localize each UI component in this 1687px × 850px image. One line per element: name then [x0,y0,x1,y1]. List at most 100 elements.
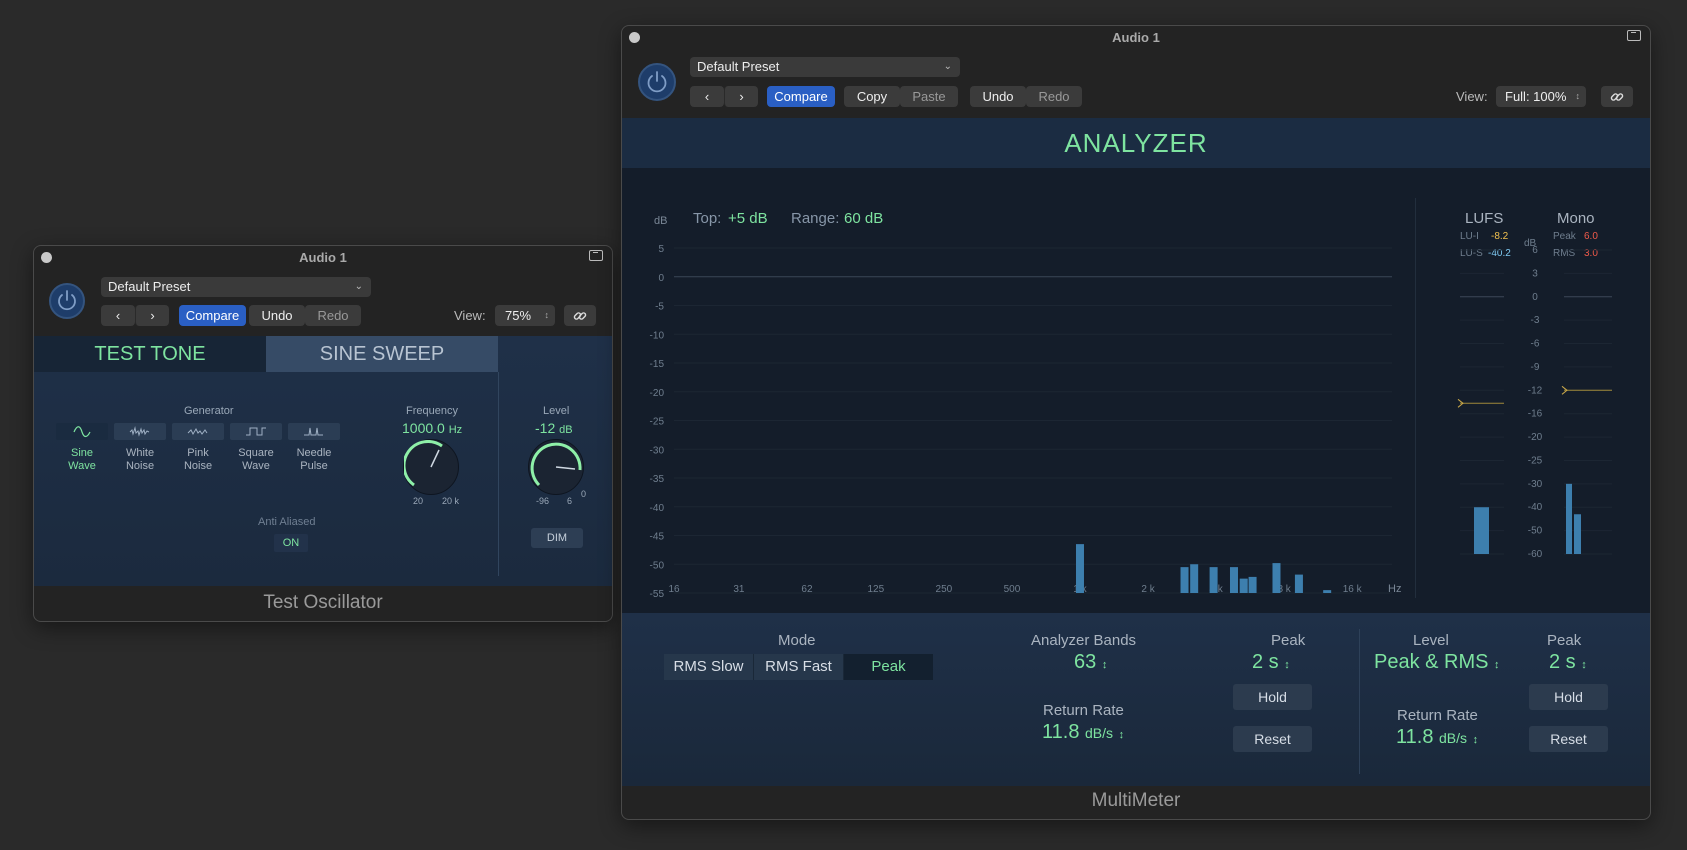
redo-button[interactable]: Redo [305,305,361,326]
multimeter-window: Audio 1 Default Preset ⌄ ‹ › Compare Cop… [621,25,1651,820]
compare-button[interactable]: Compare [179,305,246,326]
compare-button[interactable]: Compare [767,86,835,107]
plugin-name: Test Oscillator [263,592,383,613]
x-tick-label: 250 [936,584,953,595]
view-zoom-dropdown[interactable]: Full: 100% ↕ [1496,86,1586,107]
view-zoom-dropdown[interactable]: 75% ↕ [495,305,555,326]
x-tick-label: 16 [668,584,680,595]
power-button[interactable] [49,283,85,319]
meter-tick-label: -12 [1528,385,1543,396]
preset-label: Default Preset [697,59,780,74]
next-preset-button[interactable]: › [724,86,758,107]
paste-button[interactable]: Paste [900,86,958,107]
pink-noise-button[interactable] [172,423,224,440]
meter-tick-label: -25 [1528,455,1543,466]
redo-button[interactable]: Redo [1026,86,1082,107]
level-knob[interactable] [528,439,584,495]
pink-noise-icon [187,427,208,436]
analyzer-bands-value: 63 [1074,651,1097,673]
level-return-rate-label: Return Rate [1397,707,1478,724]
needle-pulse-button[interactable] [288,423,340,440]
y-tick-label: -45 [650,532,665,543]
meter-tick-label: 6 [1532,245,1538,256]
peak-hold-stepper[interactable]: 2 s ↕ [1252,651,1290,674]
display-divider [1415,198,1416,598]
spectrum-bar [1180,567,1189,593]
meter-tick-label: -50 [1528,526,1543,537]
link-icon [573,312,587,320]
return-rate-unit: dB/s [1085,725,1114,741]
frequency-knob[interactable] [402,439,459,495]
frequency-readout: 1000.0 Hz [402,420,462,436]
level-peak-label: Peak [1547,632,1582,649]
level-return-rate-value: 11.8 [1396,726,1434,748]
analyzer-bands-stepper[interactable]: 63 ↕ [1074,651,1107,674]
tab-sine-sweep[interactable]: SINE SWEEP [266,336,498,372]
return-rate-stepper[interactable]: 11.8 dB/s ↕ [1042,721,1124,744]
level-hold-button[interactable]: Hold [1529,684,1608,710]
expand-window-icon[interactable] [1627,30,1641,41]
white-noise-label: White Noise [125,447,155,472]
undo-button[interactable]: Undo [249,305,305,326]
sine-wave-label: Sine Wave [68,447,96,472]
mode-rms-fast-button[interactable]: RMS Fast [754,654,844,680]
level-return-rate-stepper[interactable]: 11.8 dB/s ↕ [1396,726,1478,749]
power-icon [58,290,76,311]
tab-sine-sweep-label: SINE SWEEP [319,343,445,365]
meter-tick-label: -9 [1531,362,1540,373]
undo-button[interactable]: Undo [970,86,1026,107]
meter-tick-label: -30 [1528,479,1543,490]
hold-button[interactable]: Hold [1233,684,1312,710]
peak-hold-value: 2 s [1252,651,1279,673]
mode-rms-slow-button[interactable]: RMS Slow [664,654,754,680]
white-noise-icon [129,426,150,437]
stepper-icon: ↕ [1118,729,1125,741]
spectrum-bar [1294,574,1303,593]
controls-divider [1359,629,1360,774]
tab-test-tone[interactable]: TEST TONE [34,336,266,372]
stepper-icon: ↕ [1472,734,1479,746]
square-wave-button[interactable] [230,423,282,440]
level-meters: 6 3 0 -3 -6 -9 -12 -16 -20 -25 -30 -40 -50 -60 [1457,245,1612,560]
level-readout: -12 dB [535,420,573,436]
peak-hold-label: Peak [1271,632,1306,649]
level-label: Level [543,405,570,417]
analyzer-display: dB Top: +5 dB Range: 60 dB Hz 5 0 -5 -10 -15… [622,168,1650,613]
level-mode-stepper[interactable]: Peak & RMS ↕ [1374,651,1500,674]
x-tick-label: 125 [867,584,884,595]
level-peak-stepper[interactable]: 2 s ↕ [1549,651,1587,674]
next-preset-button[interactable]: › [135,305,169,326]
link-button[interactable] [1601,86,1633,107]
test-oscillator-window: Audio 1 Default Preset ⌄ ‹ › Compare Und… [33,245,613,622]
close-window-icon[interactable] [629,32,640,43]
previous-preset-button[interactable]: ‹ [690,86,724,107]
copy-button[interactable]: Copy [844,86,900,107]
meter-tick-label: 0 [1532,292,1538,303]
mode-peak-button[interactable]: Peak [844,654,933,680]
x-tick-label: 62 [801,584,813,595]
sine-wave-button[interactable] [56,423,108,440]
link-button[interactable] [564,305,596,326]
anti-aliased-toggle[interactable]: ON [274,534,308,552]
previous-preset-button[interactable]: ‹ [101,305,135,326]
frequency-max-label: 20 k [442,496,460,506]
db-axis-unit: dB [654,215,667,227]
preset-dropdown[interactable]: Default Preset ⌄ [101,277,371,297]
view-zoom-value: Full: 100% [1505,89,1567,104]
reset-button[interactable]: Reset [1233,726,1312,752]
dim-button[interactable]: DIM [531,528,583,548]
preset-dropdown[interactable]: Default Preset ⌄ [690,57,960,77]
section-divider [498,372,499,576]
level-reset-button[interactable]: Reset [1529,726,1608,752]
spectrum-bar [1272,563,1281,593]
range-label: Range: [791,210,839,227]
stepper-icon: ↕ [1284,659,1290,671]
level-scale-min: -96 [536,496,550,506]
white-noise-button[interactable] [114,423,166,440]
spectrum-bar [1248,576,1257,593]
close-window-icon[interactable] [41,252,52,263]
meter-tick-label: 3 [1532,268,1538,279]
level-scale-max: 0 [581,489,587,499]
power-button[interactable] [638,63,676,101]
expand-window-icon[interactable] [589,250,603,261]
